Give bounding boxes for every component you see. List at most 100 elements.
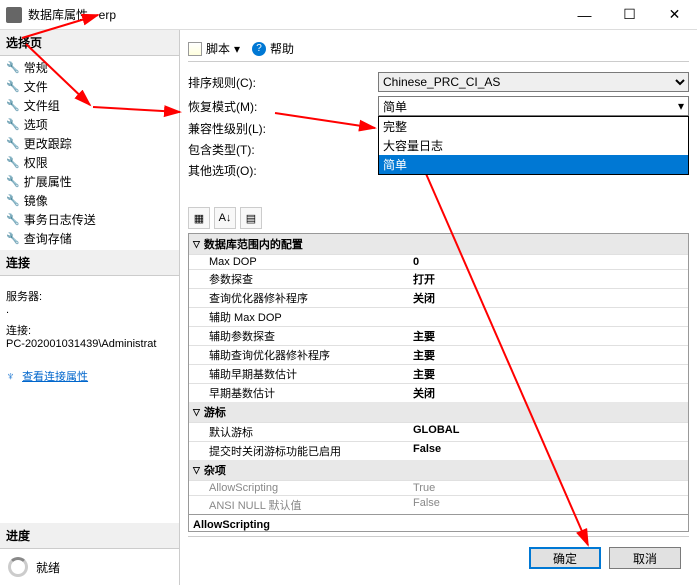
prop-name: 辅助参数探查 (189, 327, 409, 345)
property-grid[interactable]: ▽数据库范围内的配置 Max DOP0参数探查打开查询优化器修补程序关闭辅助 M… (188, 233, 689, 532)
grid-row[interactable]: 默认游标GLOBAL (189, 422, 688, 441)
prop-name: ANSI NULL 默认值 (189, 496, 409, 514)
sidebar-item-label: 选项 (24, 116, 48, 133)
sort-button[interactable]: A↓ (214, 207, 236, 229)
select-page-header: 选择页 (0, 30, 179, 56)
connection-header: 连接 (0, 250, 179, 276)
grid-row[interactable]: 辅助 Max DOP (189, 307, 688, 326)
grid-row[interactable]: 提交时关闭游标功能已启用False (189, 441, 688, 460)
link-icon: ♆ (6, 369, 15, 383)
grid-row[interactable]: 早期基数估计关闭 (189, 383, 688, 402)
progress-status: 就绪 (36, 559, 60, 576)
contain-label: 包含类型(T): (188, 141, 378, 158)
recovery-label: 恢复模式(M): (188, 98, 378, 115)
wrench-icon: 🔧 (6, 175, 20, 188)
sidebar-item-label: 常规 (24, 59, 48, 76)
grid-category: 游标 (204, 404, 226, 420)
compat-label: 兼容性级别(L): (188, 120, 378, 137)
sidebar-item[interactable]: 🔧 更改跟踪 (0, 134, 179, 153)
cancel-button[interactable]: 取消 (609, 547, 681, 569)
sidebar-item[interactable]: 🔧 常规 (0, 58, 179, 77)
wrench-icon: 🔧 (6, 137, 20, 150)
props-button[interactable]: ▤ (240, 207, 262, 229)
other-label: 其他选项(O): (188, 162, 378, 179)
conn-label: 连接: (6, 322, 173, 338)
conn-value: PC-202001031439\Administrat (6, 338, 173, 350)
wrench-icon: 🔧 (6, 213, 20, 226)
sidebar-item-label: 文件 (24, 78, 48, 95)
recovery-option[interactable]: 大容量日志 (379, 136, 688, 155)
wrench-icon: 🔧 (6, 118, 20, 131)
prop-name: 查询优化器修补程序 (189, 289, 409, 307)
prop-name: 辅助 Max DOP (189, 308, 409, 326)
prop-value: 主要 (409, 327, 688, 345)
prop-name: Max DOP (189, 255, 409, 269)
recovery-option[interactable]: 完整 (379, 117, 688, 136)
prop-value: GLOBAL (409, 423, 688, 441)
prop-name: 提交时关闭游标功能已启用 (189, 442, 409, 460)
sidebar-item-label: 查询存储 (24, 230, 72, 247)
grid-row[interactable]: 查询优化器修补程序关闭 (189, 288, 688, 307)
ok-button[interactable]: 确定 (529, 547, 601, 569)
prop-value: 主要 (409, 346, 688, 364)
prop-name: 辅助查询优化器修补程序 (189, 346, 409, 364)
prop-name: 辅助早期基数估计 (189, 365, 409, 383)
sidebar-item-label: 镜像 (24, 192, 48, 209)
prop-value: 打开 (409, 270, 688, 288)
prop-value: False (409, 442, 688, 460)
sidebar-item[interactable]: 🔧 镜像 (0, 191, 179, 210)
script-button[interactable]: 脚本 (206, 40, 230, 57)
progress-header: 进度 (0, 523, 179, 549)
sidebar-item[interactable]: 🔧 选项 (0, 115, 179, 134)
prop-value (409, 308, 688, 326)
prop-value: False (409, 496, 688, 514)
recovery-option[interactable]: 简单 (379, 155, 688, 174)
wrench-icon: 🔧 (6, 232, 20, 245)
help-icon: ? (252, 42, 266, 56)
wrench-icon: 🔧 (6, 194, 20, 207)
script-icon (188, 42, 202, 56)
sidebar-item[interactable]: 🔧扩展属性 (0, 172, 179, 191)
wrench-icon: 🔧 (6, 61, 20, 74)
grid-row[interactable]: 辅助参数探查主要 (189, 326, 688, 345)
grid-row[interactable]: 辅助查询优化器修补程序主要 (189, 345, 688, 364)
prop-value: 关闭 (409, 384, 688, 402)
expand-icon[interactable]: ▽ (193, 239, 200, 250)
sidebar-item-label: 事务日志传送 (24, 211, 96, 228)
app-icon (6, 7, 22, 23)
minimize-button[interactable]: — (562, 0, 607, 30)
grid-row[interactable]: Max DOP0 (189, 254, 688, 269)
grid-description: AllowScripting (189, 514, 688, 532)
sidebar-item[interactable]: 🔧 权限 (0, 153, 179, 172)
expand-icon[interactable]: ▽ (193, 465, 200, 476)
help-button[interactable]: 帮助 (270, 40, 294, 57)
grid-row[interactable]: 辅助早期基数估计主要 (189, 364, 688, 383)
grid-row[interactable]: 参数探查打开 (189, 269, 688, 288)
sidebar-item[interactable]: 🔧 查询存储 (0, 229, 179, 248)
prop-value: 关闭 (409, 289, 688, 307)
prop-name: AllowScripting (189, 481, 409, 495)
grid-category: 数据库范围内的配置 (204, 236, 303, 252)
expand-icon[interactable]: ▽ (193, 407, 200, 418)
view-connection-link[interactable]: 查看连接属性 (22, 368, 88, 384)
maximize-button[interactable]: ☐ (607, 0, 652, 30)
server-value: . (6, 304, 173, 316)
collation-select[interactable]: Chinese_PRC_CI_AS (378, 72, 689, 92)
sidebar-item-label: 更改跟踪 (24, 135, 72, 152)
sidebar-item[interactable]: 🔧文件组 (0, 96, 179, 115)
prop-name: 早期基数估计 (189, 384, 409, 402)
recovery-select[interactable]: 简单 ▾ (378, 96, 689, 116)
grid-row[interactable]: AllowScriptingTrue (189, 480, 688, 495)
server-label: 服务器: (6, 288, 173, 304)
sidebar-item[interactable]: 🔧 文件 (0, 77, 179, 96)
sidebar-item-label: 权限 (24, 154, 48, 171)
close-button[interactable]: ✕ (652, 0, 697, 30)
script-dropdown-caret[interactable]: ▾ (234, 42, 240, 56)
prop-name: 默认游标 (189, 423, 409, 441)
grid-row[interactable]: ANSI NULL 默认值False (189, 495, 688, 514)
grid-category: 杂项 (204, 462, 226, 478)
wrench-icon: 🔧 (6, 156, 20, 169)
categorize-button[interactable]: ▦ (188, 207, 210, 229)
wrench-icon: 🔧 (6, 80, 20, 93)
sidebar-item[interactable]: 🔧 事务日志传送 (0, 210, 179, 229)
